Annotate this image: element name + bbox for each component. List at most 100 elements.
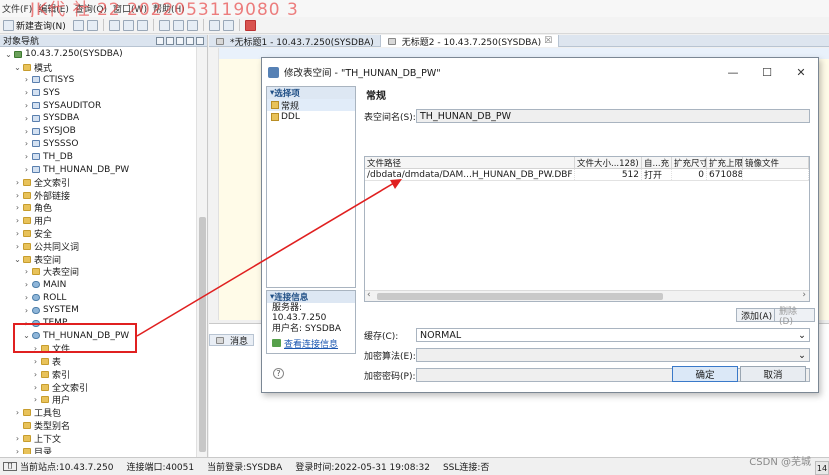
tree-node[interactable]: › 安全 (0, 227, 207, 240)
tree-node[interactable]: › CTISYS (0, 74, 207, 87)
maximize-button[interactable]: ☐ (750, 66, 784, 79)
tree-node[interactable]: › 用户 (0, 394, 207, 406)
tree-node[interactable]: › TH_HUNAN_DB_PW (0, 163, 207, 176)
chevron-right-icon[interactable]: › (13, 408, 22, 417)
tree-node[interactable]: › MAIN (0, 278, 207, 291)
chevron-right-icon[interactable]: › (22, 101, 31, 110)
chevron-right-icon[interactable]: › (22, 306, 31, 315)
help-icon[interactable]: ? (273, 368, 284, 379)
column-header[interactable]: 扩充上限 (707, 157, 743, 168)
column-header[interactable]: 镜像文件 (743, 157, 809, 168)
ok-button[interactable]: 确定 (672, 366, 738, 382)
tree-node[interactable]: 类型别名 (0, 419, 207, 432)
tree-node[interactable]: › 上下文 (0, 432, 207, 445)
chevron-right-icon[interactable]: › (31, 383, 40, 392)
tree-node[interactable]: › SYSTEM (0, 304, 207, 317)
open-icon[interactable] (72, 19, 84, 31)
scroll-left-icon[interactable]: ‹ (367, 290, 371, 300)
chevron-down-icon[interactable]: ⌄ (13, 255, 22, 264)
tree-node[interactable]: ⌄ 模式 (0, 61, 207, 74)
refresh-icon[interactable] (156, 36, 164, 45)
chevron-right-icon[interactable]: › (22, 139, 31, 148)
delete-button[interactable]: 删除(D) (774, 307, 815, 327)
execute-plan-icon[interactable] (172, 19, 184, 31)
chevron-right-icon[interactable]: › (13, 191, 22, 200)
navigator-scrollbar[interactable] (196, 47, 207, 457)
tree-node[interactable]: ⌄ 表空间 (0, 253, 207, 266)
dialog-nav-item[interactable]: DDL (267, 111, 355, 123)
chevron-right-icon[interactable]: › (22, 75, 31, 84)
new-query-button[interactable]: 新建查询(N) (3, 19, 66, 32)
tab-messages[interactable]: 消息 (209, 334, 255, 347)
chevron-right-icon[interactable]: › (13, 447, 22, 454)
tree-node[interactable]: › TH_DB (0, 150, 207, 163)
editor-tab[interactable]: 无标题2 - 10.43.7.250(SYSDBA) ☒ (380, 35, 560, 48)
scroll-right-icon[interactable]: › (802, 290, 806, 300)
chevron-right-icon[interactable]: › (13, 203, 22, 212)
tree-node[interactable]: › 用户 (0, 214, 207, 227)
tree-node[interactable]: › SYSAUDITOR (0, 99, 207, 112)
tree-node[interactable]: › 外部链接 (0, 189, 207, 202)
table-row[interactable]: /dbdata/dmdata/DAM...H_HUNAN_DB_PW.DBF 51… (365, 169, 809, 181)
copy-icon[interactable] (122, 19, 134, 31)
tree-node[interactable]: › ROLL (0, 291, 207, 304)
scrollbar-thumb[interactable] (377, 293, 663, 300)
tree-node[interactable]: › 表 (0, 355, 207, 368)
select-section-header[interactable]: ▾ 选择项 (267, 87, 355, 99)
chevron-right-icon[interactable]: › (13, 229, 22, 238)
cancel-button[interactable]: 取消 (740, 366, 806, 382)
chevron-right-icon[interactable]: › (22, 127, 31, 136)
maximize-icon[interactable] (196, 36, 204, 45)
chevron-right-icon[interactable]: › (31, 370, 40, 379)
chevron-right-icon[interactable]: › (22, 267, 31, 276)
column-header[interactable]: 文件大小...128) (575, 157, 642, 168)
view-connection-link[interactable]: 查看连接信息 (284, 337, 338, 350)
scrollbar-thumb[interactable] (199, 217, 206, 452)
dialog-nav-item[interactable]: 常规 (267, 99, 355, 112)
tree-node[interactable]: › 工具包 (0, 406, 207, 419)
chevron-right-icon[interactable]: › (13, 216, 22, 225)
tree-node[interactable]: › SYSSSO (0, 138, 207, 151)
column-header[interactable]: 扩充尺寸 (672, 157, 707, 168)
cache-select[interactable]: NORMAL ⌄ (416, 328, 810, 342)
menu-item[interactable]: 窗口(W) (113, 2, 147, 15)
close-tab-icon[interactable]: ☒ (544, 36, 552, 46)
tree-node[interactable]: › 全文索引 (0, 176, 207, 189)
chevron-right-icon[interactable]: › (13, 178, 22, 187)
column-header[interactable]: 自...充 (642, 157, 672, 168)
chevron-down-icon[interactable]: ⌄ (13, 63, 22, 72)
cut-icon[interactable] (108, 19, 120, 31)
execute-icon[interactable] (158, 19, 170, 31)
chevron-right-icon[interactable]: › (22, 280, 31, 289)
tree-node[interactable]: › 角色 (0, 202, 207, 214)
chevron-right-icon[interactable]: › (22, 88, 31, 97)
tree-node[interactable]: › SYSDBA (0, 112, 207, 125)
stop-icon[interactable] (244, 19, 256, 31)
tree-node[interactable]: › 索引 (0, 368, 207, 381)
paste-icon[interactable] (136, 19, 148, 31)
tree-node[interactable]: › 公共同义词 (0, 240, 207, 253)
menu-item[interactable]: 帮助(H) (153, 2, 185, 15)
tree-node[interactable]: › SYSJOB (0, 125, 207, 138)
minimize-button[interactable]: — (716, 66, 750, 79)
format-icon[interactable] (186, 19, 198, 31)
view-connection-link-row[interactable]: 查看连接信息 (267, 335, 355, 351)
chevron-right-icon[interactable]: › (13, 242, 22, 251)
grid-icon[interactable] (208, 19, 220, 31)
close-button[interactable]: ✕ (784, 66, 818, 79)
table-hscrollbar[interactable]: ‹ › (365, 290, 809, 301)
minimize-icon[interactable] (186, 36, 194, 45)
add-button[interactable]: 添加(A) (736, 308, 778, 322)
collapse-icon[interactable] (176, 36, 184, 45)
chevron-right-icon[interactable]: › (22, 152, 31, 161)
tree-node[interactable]: › 目录 (0, 445, 207, 454)
menu-item[interactable]: 编辑(E) (38, 2, 69, 15)
chevron-right-icon[interactable]: › (22, 165, 31, 174)
chevron-right-icon[interactable]: › (31, 395, 40, 404)
tree-node[interactable]: › SYS (0, 86, 207, 99)
chevron-down-icon[interactable]: ⌄ (4, 50, 13, 59)
menu-item[interactable]: 查询(Q) (75, 2, 107, 15)
chevron-right-icon[interactable]: › (22, 293, 31, 302)
editor-tab[interactable]: *无标题1 - 10.43.7.250(SYSDBA) (209, 35, 381, 48)
chevron-right-icon[interactable]: › (13, 434, 22, 443)
